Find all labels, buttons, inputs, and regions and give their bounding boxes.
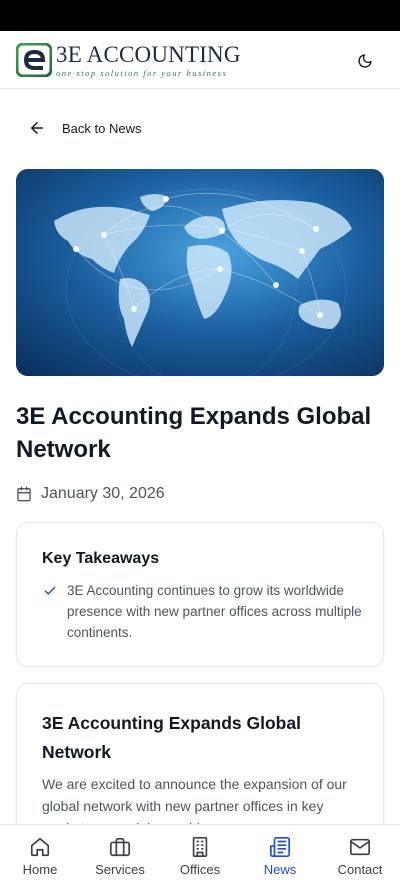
newspaper-icon bbox=[270, 837, 290, 857]
nav-item-contact[interactable]: Contact bbox=[320, 825, 400, 889]
bottom-navigation: Home Services Offices News Contact bbox=[0, 824, 400, 889]
nav-label-offices: Offices bbox=[179, 862, 221, 877]
nav-item-home[interactable]: Home bbox=[0, 825, 80, 889]
article-title: 3E Accounting Expands Global Network bbox=[16, 403, 372, 463]
article-date-row: January 30, 2026 bbox=[16, 483, 165, 505]
briefcase-icon bbox=[110, 837, 130, 857]
key-takeaways-heading: Key Takeaways bbox=[42, 550, 160, 567]
nav-label-home: Home bbox=[22, 862, 58, 877]
takeaway-item: 3E Accounting continues to grow its worl… bbox=[42, 580, 362, 643]
takeaway-text: 3E Accounting continues to grow its worl… bbox=[67, 583, 362, 640]
theme-toggle-button[interactable] bbox=[354, 50, 376, 72]
status-bar bbox=[0, 0, 400, 31]
mail-icon bbox=[350, 838, 370, 856]
building-icon bbox=[192, 837, 208, 857]
back-link-label: Back to News bbox=[62, 120, 142, 136]
brand-tagline: one stop solution for your business bbox=[56, 68, 228, 78]
nav-item-services[interactable]: Services bbox=[80, 825, 160, 889]
nav-item-offices[interactable]: Offices bbox=[160, 825, 240, 889]
arrow-left-icon bbox=[31, 122, 43, 134]
hero-image-world-map bbox=[16, 169, 384, 376]
moon-icon bbox=[358, 54, 372, 68]
nav-item-news[interactable]: News bbox=[240, 825, 320, 889]
back-to-news-link[interactable]: Back to News bbox=[28, 117, 141, 139]
key-takeaways-card: Key Takeaways 3E Accounting continues to… bbox=[16, 522, 384, 667]
brand-name: 3E ACCOUNTING bbox=[56, 42, 241, 67]
article-date: January 30, 2026 bbox=[41, 485, 165, 502]
nav-label-news: News bbox=[263, 862, 297, 877]
home-icon bbox=[30, 837, 50, 857]
brand-logo[interactable]: 3E ACCOUNTING one stop solution for your… bbox=[16, 43, 241, 78]
nav-label-services: Services bbox=[95, 862, 145, 877]
app-header: 3E ACCOUNTING one stop solution for your… bbox=[0, 31, 400, 89]
article-content-heading: 3E Accounting Expands Global Network bbox=[42, 713, 301, 762]
nav-label-contact: Contact bbox=[337, 862, 383, 877]
logo-mark-icon bbox=[16, 43, 52, 77]
calendar-icon bbox=[17, 486, 31, 502]
check-icon bbox=[44, 586, 56, 595]
